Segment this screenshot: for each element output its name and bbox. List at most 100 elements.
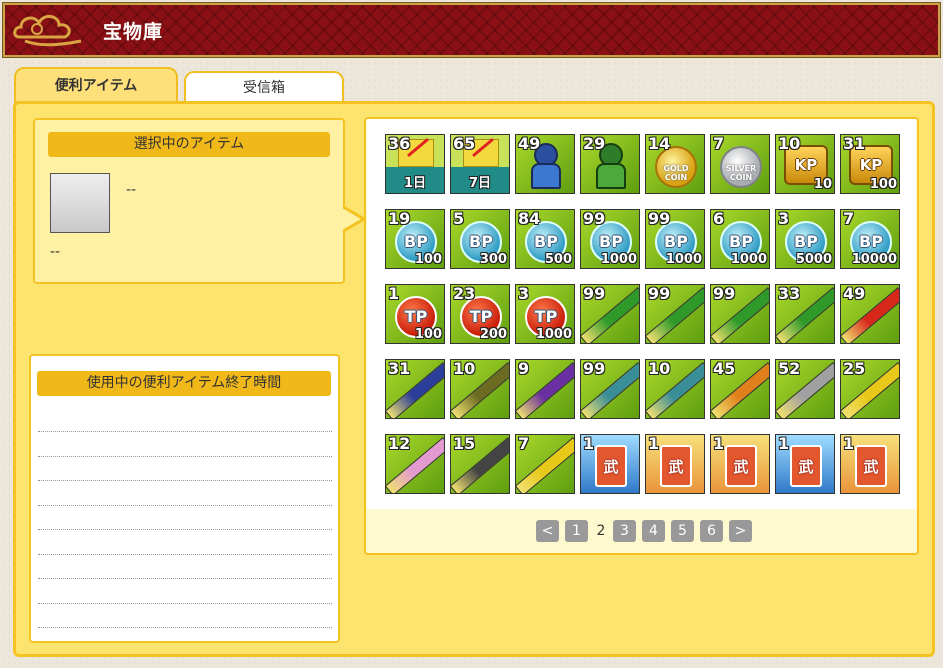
item-quantity: 9 bbox=[518, 359, 530, 378]
coin-text: BP bbox=[469, 232, 493, 251]
inventory-item[interactable]: 武1 bbox=[580, 434, 640, 494]
inventory-item[interactable]: 武1 bbox=[840, 434, 900, 494]
selected-item-name: -- bbox=[126, 182, 137, 198]
silver-coin-icon: SILVER COIN bbox=[720, 146, 762, 188]
inventory-item[interactable]: BP 5 300 bbox=[450, 209, 510, 269]
item-quantity: 45 bbox=[713, 359, 736, 378]
inventory-item[interactable]: 武1 bbox=[645, 434, 705, 494]
item-label: 5000 bbox=[795, 252, 832, 267]
bushou-card-blue-icon: 武 bbox=[595, 445, 627, 487]
inventory-item[interactable]: 65 7日 bbox=[450, 134, 510, 194]
inventory-item[interactable]: BP 6 1000 bbox=[710, 209, 770, 269]
item-quantity: 99 bbox=[713, 284, 736, 303]
bushou-card-blue-icon: 武 bbox=[790, 445, 822, 487]
inventory-item[interactable]: GOLD COIN 14 bbox=[645, 134, 705, 194]
inventory-item[interactable]: KP 10 10 bbox=[775, 134, 835, 194]
item-quantity: 14 bbox=[648, 134, 671, 153]
inventory-item[interactable]: 49 bbox=[840, 284, 900, 344]
inventory-item[interactable]: 45 bbox=[710, 359, 770, 419]
bushou-card-gold-icon: 武 bbox=[660, 445, 692, 487]
inventory-item[interactable]: 49 bbox=[515, 134, 575, 194]
item-quantity: 12 bbox=[388, 434, 411, 453]
item-label: 1日 bbox=[403, 176, 427, 191]
item-label: 7日 bbox=[468, 176, 492, 191]
inventory-item[interactable]: SILVER COIN 7 bbox=[710, 134, 770, 194]
inventory-item[interactable]: TP 3 1000 bbox=[515, 284, 575, 344]
item-label: 500 bbox=[544, 252, 572, 267]
inventory-item[interactable]: BP 99 1000 bbox=[580, 209, 640, 269]
card-kanji: 武 bbox=[863, 458, 879, 476]
item-quantity: 25 bbox=[843, 359, 866, 378]
coin-text: BP bbox=[599, 232, 623, 251]
item-quantity: 5 bbox=[453, 209, 465, 228]
pager-next-button[interactable]: > bbox=[729, 520, 752, 542]
inventory-item[interactable]: 10 bbox=[450, 359, 510, 419]
inventory-item[interactable]: 99 bbox=[645, 284, 705, 344]
item-quantity: 3 bbox=[518, 284, 530, 303]
inventory-item[interactable]: BP 7 10000 bbox=[840, 209, 900, 269]
item-quantity: 1 bbox=[388, 284, 400, 303]
tab-useful-items[interactable]: 便利アイテム bbox=[14, 67, 178, 103]
item-quantity: 1 bbox=[648, 434, 660, 453]
page-header: 宝物庫 bbox=[3, 3, 940, 57]
item-quantity: 19 bbox=[388, 209, 411, 228]
soldier-body bbox=[596, 163, 626, 189]
pager-prev-button[interactable]: < bbox=[536, 520, 559, 542]
inventory-item[interactable]: 52 bbox=[775, 359, 835, 419]
inventory-item[interactable]: BP 84 500 bbox=[515, 209, 575, 269]
item-label: 10000 bbox=[851, 252, 897, 267]
inventory-item[interactable]: 15 bbox=[450, 434, 510, 494]
pager-page-5[interactable]: 5 bbox=[671, 520, 694, 542]
item-quantity: 10 bbox=[648, 359, 671, 378]
inventory-item[interactable]: TP 1 100 bbox=[385, 284, 445, 344]
item-quantity: 1 bbox=[583, 434, 595, 453]
coin-text: BP bbox=[664, 232, 688, 251]
soldier-body bbox=[531, 163, 561, 189]
inventory-item[interactable]: 7 bbox=[515, 434, 575, 494]
item-quantity: 65 bbox=[453, 134, 476, 153]
inventory-item[interactable]: TP 23 200 bbox=[450, 284, 510, 344]
item-label: 1000 bbox=[535, 327, 572, 342]
coin-text: BP bbox=[534, 232, 558, 251]
item-quantity: 7 bbox=[713, 134, 725, 153]
inventory-item[interactable]: 9 bbox=[515, 359, 575, 419]
inventory-item[interactable]: KP 31 100 bbox=[840, 134, 900, 194]
item-quantity: 99 bbox=[583, 359, 606, 378]
inventory-item[interactable]: 武1 bbox=[710, 434, 770, 494]
selected-item-image bbox=[50, 173, 110, 233]
inventory-item[interactable]: 31 bbox=[385, 359, 445, 419]
coin-text: GOLD COIN bbox=[663, 164, 689, 182]
item-quantity: 36 bbox=[388, 134, 411, 153]
pager-page-4[interactable]: 4 bbox=[642, 520, 665, 542]
pager-page-6[interactable]: 6 bbox=[700, 520, 723, 542]
inventory-item[interactable]: 99 bbox=[580, 284, 640, 344]
inventory-item[interactable]: BP 3 5000 bbox=[775, 209, 835, 269]
item-label: 100 bbox=[869, 177, 897, 192]
item-quantity: 1 bbox=[713, 434, 725, 453]
item-quantity: 1 bbox=[843, 434, 855, 453]
pager-page-1[interactable]: 1 bbox=[565, 520, 588, 542]
item-quantity: 99 bbox=[583, 209, 606, 228]
tab-inbox[interactable]: 受信箱 bbox=[184, 71, 344, 103]
selected-item-header: 選択中のアイテム bbox=[48, 132, 330, 157]
inventory-item[interactable]: 99 bbox=[580, 359, 640, 419]
inventory-item[interactable]: 33 bbox=[775, 284, 835, 344]
item-label: 300 bbox=[479, 252, 507, 267]
item-quantity: 1 bbox=[778, 434, 790, 453]
callout-arrow-inner bbox=[342, 208, 361, 230]
inventory-item[interactable]: 99 bbox=[710, 284, 770, 344]
bushou-card-gold-icon: 武 bbox=[725, 445, 757, 487]
inventory-item[interactable]: 10 bbox=[645, 359, 705, 419]
card-kanji: 武 bbox=[603, 458, 619, 476]
item-quantity: 49 bbox=[843, 284, 866, 303]
item-label: 1000 bbox=[730, 252, 767, 267]
inventory-item[interactable]: 12 bbox=[385, 434, 445, 494]
coin-text: SILVER COIN bbox=[725, 164, 757, 182]
inventory-item[interactable]: 武1 bbox=[775, 434, 835, 494]
inventory-item[interactable]: BP 19 100 bbox=[385, 209, 445, 269]
inventory-item[interactable]: 29 bbox=[580, 134, 640, 194]
inventory-item[interactable]: 36 1日 bbox=[385, 134, 445, 194]
inventory-item[interactable]: 25 bbox=[840, 359, 900, 419]
pager-page-3[interactable]: 3 bbox=[613, 520, 636, 542]
inventory-item[interactable]: BP 99 1000 bbox=[645, 209, 705, 269]
